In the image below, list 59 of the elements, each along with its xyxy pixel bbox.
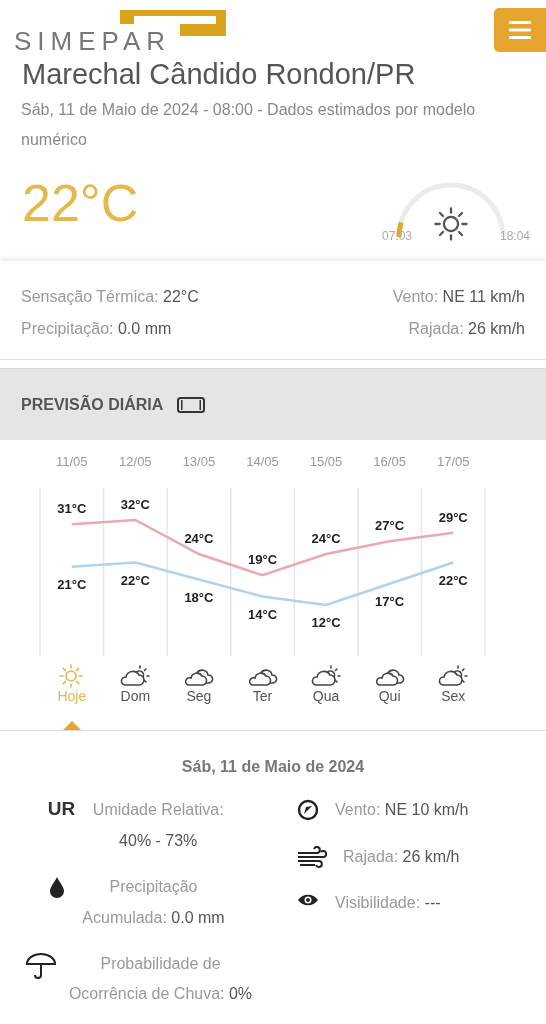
section-title: PREVISÃO DIÁRIA	[21, 394, 164, 415]
sun-icon	[58, 664, 85, 689]
sunset-time: 18:04	[499, 228, 530, 246]
sunrise-time: 07:03	[382, 228, 413, 246]
temperature-label: 31°C	[57, 501, 87, 517]
condition-reading: Rajada: 26 km/h	[407, 319, 525, 340]
menu-icon	[509, 21, 531, 39]
day-tab[interactable]: Qui	[364, 688, 415, 706]
temperature-label: 24°C	[311, 531, 341, 547]
umbrella-icon	[24, 952, 57, 981]
selected-marker-icon	[62, 721, 81, 731]
date-label: 14/05	[245, 453, 280, 472]
date-subtitle: Sáb, 11 de Maio de 2024 - 08:00 - Dados estimados por modelo numérico	[21, 100, 477, 151]
detail-reading: Probabilidade de Ocorrência de Chuva: 0%	[67, 953, 254, 1005]
city-title: Marechal Cândido Rondon/PR	[22, 58, 417, 92]
date-label: 16/05	[372, 453, 407, 472]
sun-icon	[434, 207, 468, 242]
date-label: 11/05	[55, 453, 89, 472]
date-label: 17/05	[435, 453, 471, 472]
day-tab[interactable]: Seg	[173, 688, 224, 706]
detail-reading: Rajada: 26 km/h	[343, 846, 460, 867]
compass-icon	[297, 799, 319, 822]
logo-text: SIMEPAR	[14, 28, 172, 54]
temperature-label: 17°C	[375, 594, 405, 610]
temperature-label: 29°C	[438, 510, 468, 526]
temperature-label: 27°C	[375, 518, 405, 534]
partly-cloudy-icon	[119, 664, 152, 689]
temperature-label: 12°C	[311, 615, 341, 631]
menu-button[interactable]	[494, 8, 546, 52]
temperature-label: 14°C	[248, 606, 277, 622]
condition-reading: Vento: NE 11 km/h	[391, 287, 525, 308]
day-tab[interactable]: Sex	[428, 688, 479, 706]
condition-reading: Precipitação: 0.0 mm	[21, 319, 173, 340]
date-label: 13/05	[181, 453, 217, 472]
drop-icon	[47, 876, 66, 901]
detail-reading: Umidade Relativa: 40% - 73%	[91, 800, 225, 851]
temperature-label: 22°C	[438, 572, 468, 588]
phone-landscape-icon	[177, 396, 206, 413]
humidity-abbreviation: UR	[47, 797, 76, 822]
condition-reading: Sensação Térmica: 22°C	[21, 287, 200, 308]
detail-reading: Visibilidade: ---	[335, 893, 441, 914]
detail-date: Sáb, 11 de Maio de 2024	[180, 757, 366, 778]
date-label: 12/05	[118, 453, 153, 472]
temperature-label: 18°C	[184, 589, 214, 605]
temperature-label: 19°C	[248, 552, 277, 568]
temperature: 22°C	[22, 177, 139, 230]
temperature-label: 24°C	[184, 531, 214, 547]
wind-icon	[297, 845, 327, 870]
temperature-label: 21°C	[57, 577, 87, 593]
day-tab[interactable]: Ter	[237, 688, 288, 706]
detail-reading: Vento: NE 10 km/h	[335, 800, 469, 821]
date-label: 15/05	[308, 453, 344, 472]
partly-cloudy-icon	[310, 664, 343, 689]
detail-reading: Precipitação Acumulada: 0.0 mm	[81, 877, 226, 928]
day-tab[interactable]: Dom	[110, 688, 161, 706]
temperature-label: 32°C	[120, 497, 150, 513]
temperature-label: 22°C	[120, 572, 150, 588]
day-tab[interactable]: Qua	[301, 688, 352, 706]
partly-cloudy-icon	[437, 664, 470, 689]
